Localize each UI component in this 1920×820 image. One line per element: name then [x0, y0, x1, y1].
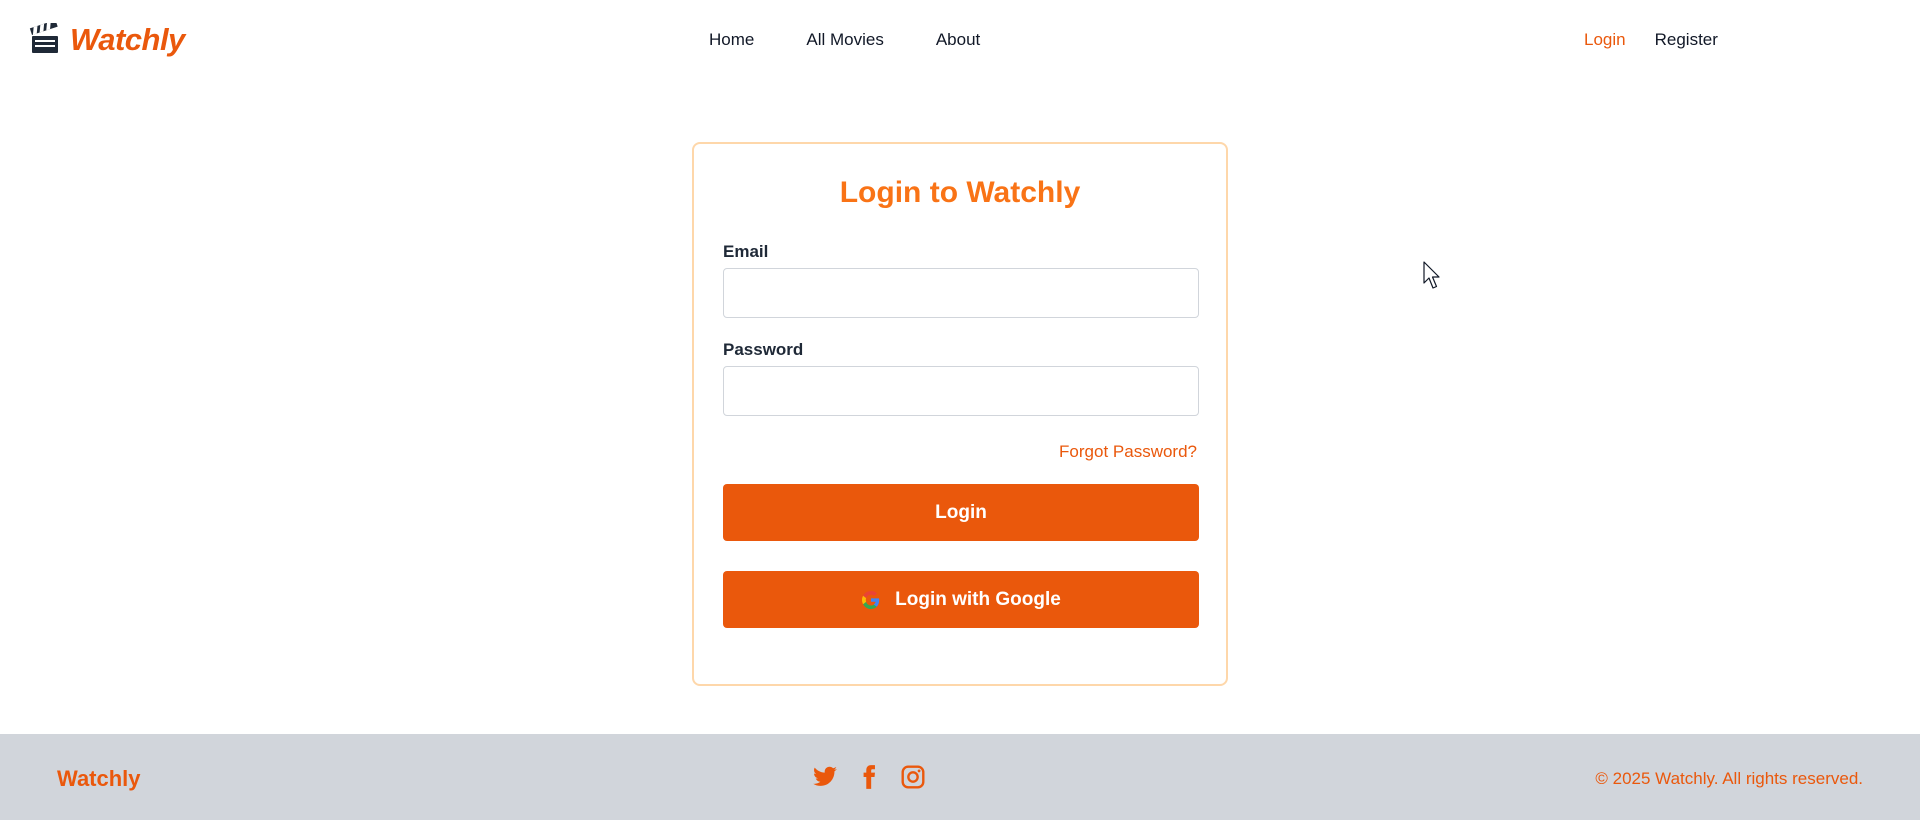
main-nav: Home All Movies About: [709, 30, 1032, 50]
email-label: Email: [723, 242, 769, 261]
social-links: [812, 764, 926, 790]
nav-link-register[interactable]: Register: [1655, 30, 1718, 50]
login-title: Login to Watchly: [839, 176, 1081, 209]
brand-name: Watchly: [70, 22, 185, 57]
navbar: Watchly Home All Movies About Login Regi…: [0, 0, 1920, 82]
nav-link-home[interactable]: Home: [709, 30, 754, 50]
google-button-label: Login with Google: [895, 588, 1061, 610]
facebook-icon[interactable]: [856, 764, 882, 790]
brand-logo-link[interactable]: Watchly: [28, 22, 185, 58]
footer-brand: Watchly: [57, 766, 141, 791]
nav-link-login[interactable]: Login: [1584, 30, 1626, 50]
instagram-icon[interactable]: [900, 764, 926, 790]
google-icon: [862, 590, 880, 609]
email-field[interactable]: [723, 268, 1199, 318]
login-card: Login to Watchly Email Password Forgot P…: [692, 142, 1228, 686]
twitter-icon[interactable]: [812, 764, 838, 790]
login-button-label: Login: [935, 501, 987, 523]
login-button[interactable]: Login: [723, 484, 1199, 541]
nav-link-about[interactable]: About: [936, 30, 980, 50]
password-field[interactable]: [723, 366, 1199, 416]
auth-nav: Login Register: [1584, 30, 1747, 50]
footer: Watchly © 2025 Watchly. All rights reser…: [0, 734, 1920, 820]
copyright-text: © 2025 Watchly. All rights reserved.: [1595, 769, 1863, 788]
google-login-button[interactable]: Login with Google: [723, 571, 1199, 628]
clapperboard-icon: [29, 23, 58, 53]
nav-link-all-movies[interactable]: All Movies: [806, 30, 883, 50]
mouse-cursor-icon: [1423, 261, 1440, 289]
forgot-password-link[interactable]: Forgot Password?: [1059, 442, 1197, 462]
password-label: Password: [723, 340, 804, 359]
